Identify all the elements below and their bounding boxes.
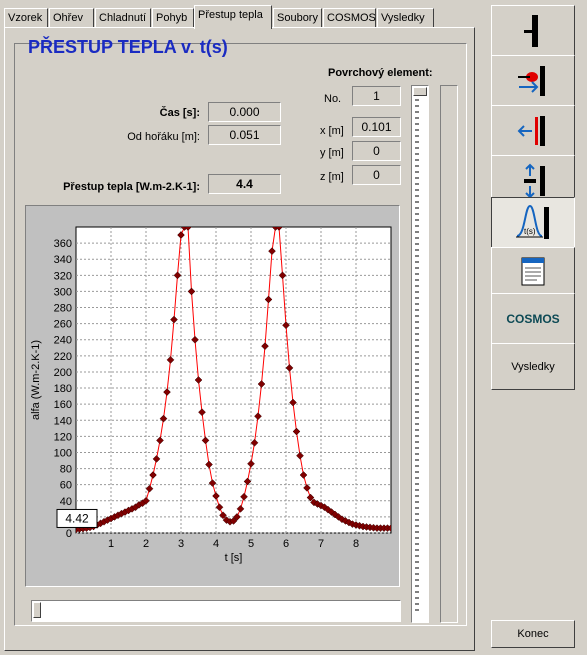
x-axis-label: t [s] bbox=[225, 552, 243, 564]
plot-area bbox=[75, 226, 392, 534]
heating-button[interactable] bbox=[491, 55, 575, 106]
y-tick-label: 280 bbox=[54, 303, 72, 315]
y-axis-label: alfa (W.m-2.K-1) bbox=[30, 340, 42, 420]
element-no-label: No. bbox=[324, 93, 342, 105]
cursor-readout: 4.42 bbox=[65, 511, 89, 525]
specimen-bar-icon bbox=[524, 14, 538, 47]
x-field: 0.101 bbox=[352, 117, 401, 137]
cooling-button[interactable] bbox=[491, 105, 575, 156]
exit-button[interactable]: Konec bbox=[491, 620, 575, 648]
heat-transfer-curve-icon: t(s) bbox=[516, 204, 549, 239]
tab-pohyb[interactable]: Pohyb bbox=[152, 8, 194, 28]
element-no-field[interactable]: 1 bbox=[352, 86, 401, 106]
z-label: z [m] bbox=[320, 171, 344, 183]
y-tick-label: 360 bbox=[54, 238, 72, 250]
y-tick-label: 80 bbox=[60, 464, 72, 476]
tab-prestup-tepla[interactable]: Přestup tepla bbox=[194, 5, 272, 29]
y-tick-label: 340 bbox=[54, 254, 72, 266]
tab-cosmos[interactable]: COSMOS bbox=[323, 8, 376, 28]
time-field: 0.000 bbox=[208, 102, 281, 122]
element-slider[interactable] bbox=[411, 85, 429, 623]
x-tick-label: 1 bbox=[108, 538, 114, 550]
time-slider-thumb[interactable] bbox=[33, 602, 41, 618]
tab-soubory[interactable]: Soubory bbox=[273, 8, 322, 28]
y-tick-label: 200 bbox=[54, 367, 72, 379]
tab-ohrev[interactable]: Ohřev bbox=[49, 8, 94, 28]
burner-heating-icon bbox=[518, 65, 545, 96]
distance-field: 0.051 bbox=[208, 125, 281, 145]
files-button[interactable] bbox=[491, 247, 575, 294]
y-tick-label: 300 bbox=[54, 286, 72, 298]
specimen-button[interactable] bbox=[491, 5, 575, 56]
time-label: Čas [s]: bbox=[159, 107, 200, 119]
htc-label: Přestup tepla [W.m-2.K-1]: bbox=[63, 181, 200, 193]
y-tick-label: 60 bbox=[60, 480, 72, 492]
x-label: x [m] bbox=[320, 125, 344, 137]
results-button[interactable]: Vysledky bbox=[491, 343, 575, 390]
y-tick-label: 320 bbox=[54, 270, 72, 282]
y-tick-label: 260 bbox=[54, 319, 72, 331]
x-tick-label: 8 bbox=[353, 538, 359, 550]
element-slider-track bbox=[440, 85, 458, 623]
heat-transfer-chart: 1234567802040608010012014016018020022024… bbox=[30, 226, 392, 564]
y-tick-label: 160 bbox=[54, 399, 72, 411]
move-vertical-icon bbox=[524, 163, 545, 198]
y-label: y [m] bbox=[320, 147, 344, 159]
x-tick-label: 5 bbox=[248, 538, 254, 550]
y-tick-label: 180 bbox=[54, 383, 72, 395]
notepad-icon bbox=[521, 257, 545, 285]
x-tick-label: 3 bbox=[178, 538, 184, 550]
tab-chladnuti[interactable]: Chladnutí bbox=[95, 8, 151, 28]
tab-vzorek[interactable]: Vzorek bbox=[4, 8, 48, 28]
x-tick-label: 4 bbox=[213, 538, 219, 550]
y-tick-label: 40 bbox=[60, 496, 72, 508]
time-slider[interactable] bbox=[31, 600, 401, 622]
heat-transfer-button[interactable]: t(s) bbox=[491, 197, 575, 248]
x-tick-label: 6 bbox=[283, 538, 289, 550]
y-tick-label: 0 bbox=[66, 528, 72, 540]
cosmos-button[interactable]: COSMOS bbox=[491, 293, 575, 344]
slider-ticks bbox=[415, 99, 419, 611]
x-tick-label: 2 bbox=[143, 538, 149, 550]
chart-frame: 1234567802040608010012014016018020022024… bbox=[25, 205, 400, 587]
z-field: 0 bbox=[352, 165, 401, 185]
y-tick-label: 120 bbox=[54, 431, 72, 443]
y-tick-label: 100 bbox=[54, 447, 72, 459]
panel-title: PŘESTUP TEPLA v. t(s) bbox=[28, 37, 228, 57]
y-tick-label: 140 bbox=[54, 415, 72, 427]
htc-field: 4.4 bbox=[208, 174, 281, 194]
surface-element-title: Povrchový element: bbox=[328, 67, 433, 79]
tab-vysledky[interactable]: Vysledky bbox=[377, 8, 434, 28]
y-tick-label: 220 bbox=[54, 351, 72, 363]
distance-label: Od hořáku [m]: bbox=[127, 131, 200, 143]
svg-text:t(s): t(s) bbox=[524, 227, 536, 236]
y-field: 0 bbox=[352, 141, 401, 161]
cooling-arrow-icon bbox=[517, 115, 545, 146]
y-tick-label: 240 bbox=[54, 335, 72, 347]
x-tick-label: 7 bbox=[318, 538, 324, 550]
